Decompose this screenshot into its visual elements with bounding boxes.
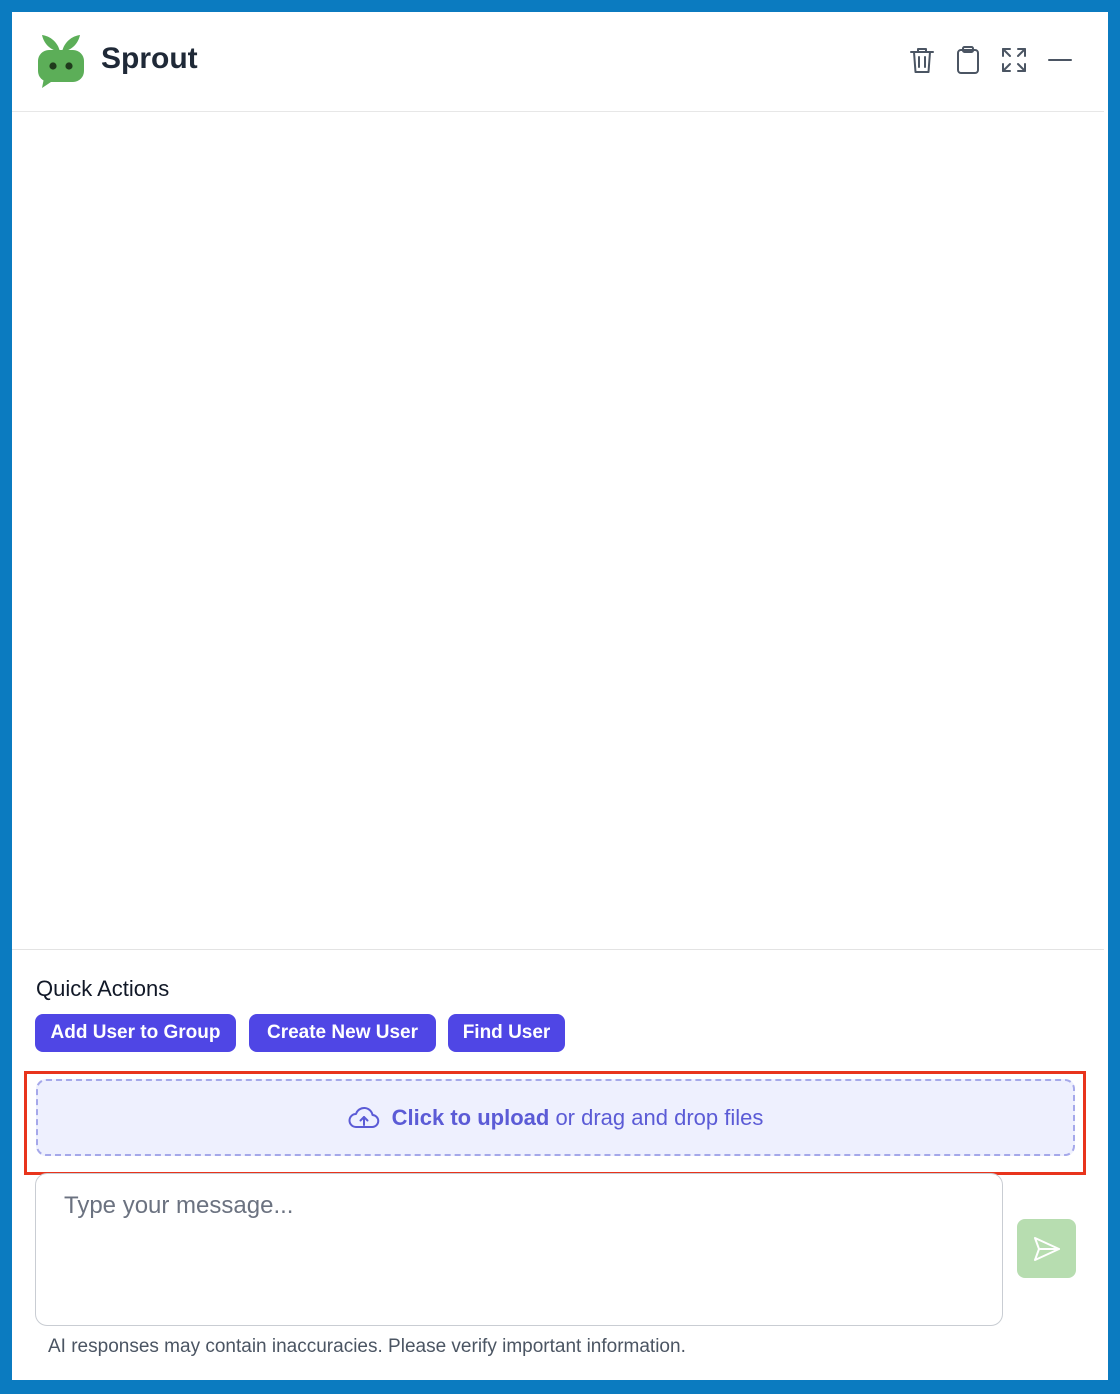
expand-button[interactable] xyxy=(996,42,1032,78)
file-upload-dropzone[interactable]: Click to upload or drag and drop files xyxy=(36,1079,1075,1156)
find-user-button[interactable]: Find User xyxy=(448,1014,565,1052)
clear-chat-button[interactable] xyxy=(904,42,940,78)
minus-icon xyxy=(1048,59,1072,61)
upload-prompt: Click to upload or drag and drop files xyxy=(392,1105,764,1131)
add-user-to-group-button[interactable]: Add User to Group xyxy=(35,1014,236,1052)
clipboard-icon xyxy=(957,46,979,74)
cloud-upload-icon xyxy=(348,1106,379,1128)
create-new-user-button[interactable]: Create New User xyxy=(249,1014,436,1052)
chat-widget: Sprout Quick Actions Add User to Group C… xyxy=(12,12,1104,1380)
right-edge xyxy=(1104,12,1108,1380)
message-list xyxy=(12,112,1104,950)
sprout-logo-icon xyxy=(38,35,84,88)
minimize-button[interactable] xyxy=(1042,42,1078,78)
ai-disclaimer: AI responses may contain inaccuracies. P… xyxy=(48,1336,686,1357)
send-button[interactable] xyxy=(1017,1219,1076,1278)
trash-icon xyxy=(910,48,934,73)
expand-icon xyxy=(1002,48,1026,72)
upload-link[interactable]: Click to upload xyxy=(392,1105,550,1130)
quick-actions-title: Quick Actions xyxy=(36,976,170,1001)
send-icon xyxy=(1033,1236,1060,1261)
message-input[interactable] xyxy=(35,1173,1003,1326)
chat-header: Sprout xyxy=(12,12,1104,112)
app-title: Sprout xyxy=(101,42,198,75)
divider xyxy=(12,949,1104,950)
copy-button[interactable] xyxy=(950,42,986,78)
upload-rest-text: or drag and drop files xyxy=(549,1104,764,1130)
